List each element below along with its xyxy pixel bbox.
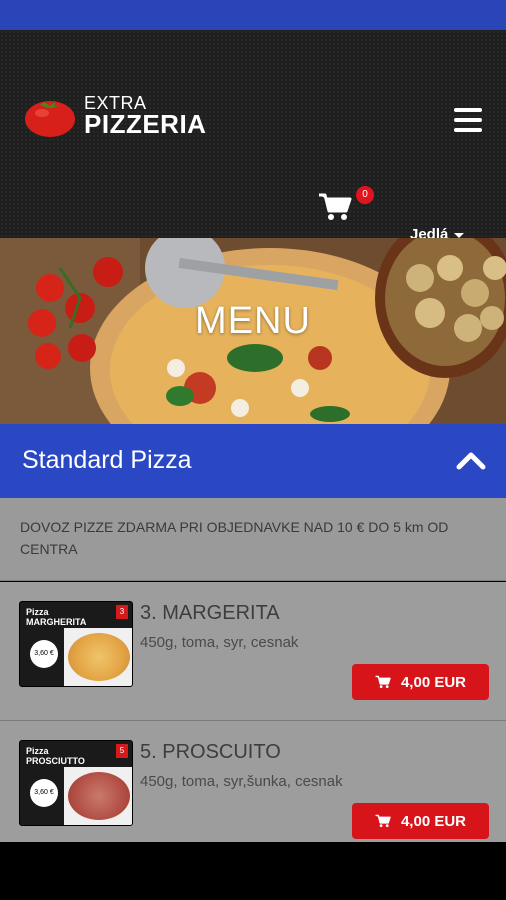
tomato-icon: [25, 101, 75, 137]
bottom-bar: [0, 842, 506, 900]
pizza-photo: [64, 767, 132, 825]
thumbnail-label: Pizza PROSCIUTTO: [26, 746, 85, 766]
hero-title: MENU: [195, 300, 311, 342]
add-to-cart-button[interactable]: 4,00 EUR: [352, 664, 489, 700]
add-to-cart-button[interactable]: 4,00 EUR: [352, 803, 489, 839]
item-name: 5. PROSCUITO: [140, 741, 281, 763]
section-header-standard-pizza[interactable]: Standard Pizza: [0, 424, 506, 498]
brand-line2: PIZZERIA: [84, 109, 207, 139]
item-name: 3. MARGERITA: [140, 602, 280, 624]
pizza-thumbnail[interactable]: Pizza MARGHERITA 3 3,60 €: [19, 601, 133, 687]
delivery-notice: DOVOZ PIZZE ZDARMA PRI OBJEDNAVKE NAD 10…: [0, 498, 506, 581]
item-description: 450g, toma, syr,šunka, cesnak: [140, 773, 343, 790]
cart-icon[interactable]: [318, 192, 352, 222]
menu-hamburger-icon[interactable]: [454, 108, 482, 132]
status-bar: [0, 0, 506, 30]
price-label: 4,00 EUR: [400, 673, 467, 691]
caret-down-icon: [454, 232, 465, 238]
cart-count-badge: 0: [356, 186, 374, 204]
menu-item: Pizza MARGHERITA 3 3,60 € 3. MARGERITA 45…: [0, 582, 506, 721]
brand-logo[interactable]: EXTRA PIZZERIA: [24, 94, 224, 142]
price-label: 4,00 EUR: [400, 812, 467, 830]
cart-icon: [375, 814, 391, 828]
delivery-notice-text: DOVOZ PIZZE ZDARMA PRI OBJEDNAVKE NAD 10…: [20, 519, 449, 557]
cart-icon: [375, 675, 391, 689]
hero-banner: MENU: [0, 238, 506, 424]
thumbnail-badge: 5: [116, 744, 128, 758]
thumbnail-badge: 3: [116, 605, 128, 619]
section-title: Standard Pizza: [22, 446, 192, 474]
thumbnail-price: 3,60 €: [30, 640, 58, 668]
site-header: EXTRA PIZZERIA 0 Jedlá: [0, 30, 506, 243]
thumbnail-label: Pizza MARGHERITA: [26, 607, 87, 627]
chevron-up-icon[interactable]: [456, 450, 486, 470]
menu-item: Pizza PROSCIUTTO 5 3,60 € 5. PROSCUITO 45…: [0, 721, 506, 843]
item-description: 450g, toma, syr, cesnak: [140, 634, 299, 651]
pizza-thumbnail[interactable]: Pizza PROSCIUTTO 5 3,60 €: [19, 740, 133, 826]
thumbnail-price: 3,60 €: [30, 779, 58, 807]
pizza-photo: [64, 628, 132, 686]
